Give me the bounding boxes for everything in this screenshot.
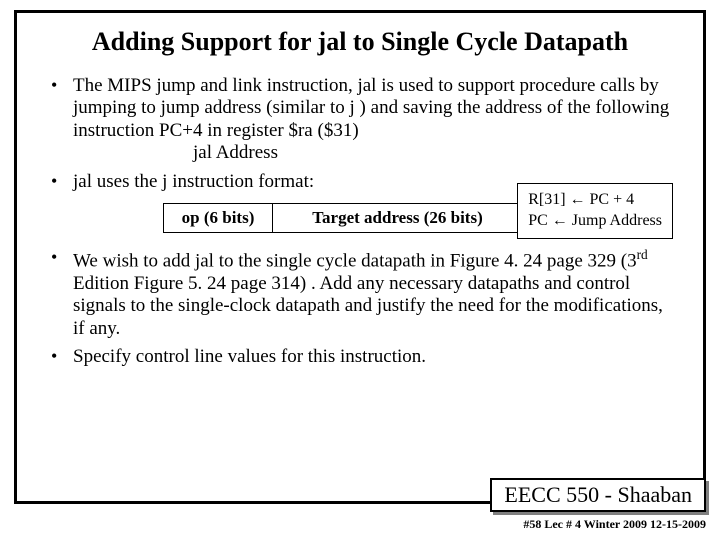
bullet-4: Specify control line values for this ins… <box>47 346 677 368</box>
register-transfer-box: R[31] ← PC + 4 PC ← Jump Address <box>517 183 673 239</box>
format-op-field: op (6 bits) <box>163 203 273 233</box>
slide-frame: Adding Support for jal to Single Cycle D… <box>14 10 706 504</box>
bullet-1: The MIPS jump and link instruction, jal … <box>47 75 677 165</box>
bullet-3-sup: rd <box>637 247 648 262</box>
rt-line-1: R[31] ← PC + 4 <box>528 190 662 211</box>
rt-line-1a: R[31] <box>528 191 569 208</box>
footer-meta: #58 Lec # 4 Winter 2009 12-15-2009 <box>523 517 706 532</box>
rt-line-2: PC ← Jump Address <box>528 211 662 232</box>
footer-course-text: EECC 550 - Shaaban <box>504 482 692 507</box>
footer-course-box: EECC 550 - Shaaban <box>490 478 706 512</box>
rt-line-1b: PC + 4 <box>586 191 635 208</box>
rt-line-2a: PC <box>528 212 552 229</box>
bullet-1-text: The MIPS jump and link instruction, jal … <box>73 75 669 141</box>
format-target-field: Target address (26 bits) <box>273 203 523 233</box>
bullet-list: The MIPS jump and link instruction, jal … <box>43 75 677 193</box>
bullet-3b: Edition Figure 5. 24 page 314) . Add any… <box>73 273 663 339</box>
slide-title: Adding Support for jal to Single Cycle D… <box>43 27 677 57</box>
arrow-icon: ← <box>552 212 568 229</box>
bullet-3a: We wish to add jal to the single cycle d… <box>73 250 637 271</box>
bullet-list-2: We wish to add jal to the single cycle d… <box>43 247 677 368</box>
jal-address-line: jal Address <box>73 142 677 164</box>
rt-line-2b: Jump Address <box>568 212 662 229</box>
arrow-icon: ← <box>570 191 586 208</box>
bullet-3: We wish to add jal to the single cycle d… <box>47 247 677 340</box>
